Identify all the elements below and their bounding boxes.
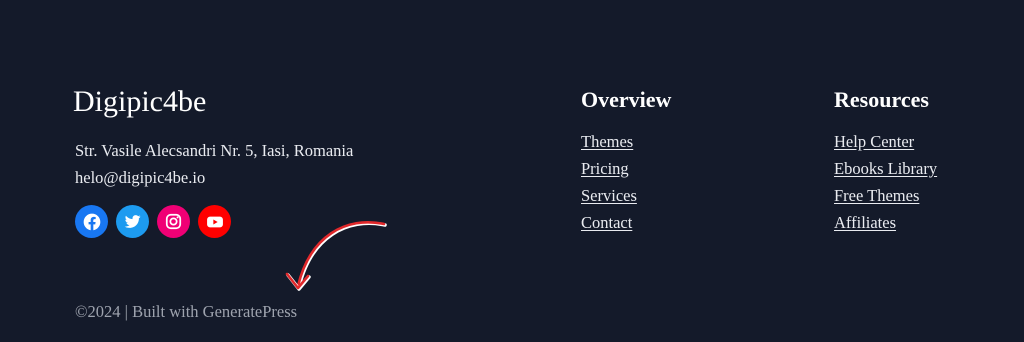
footer-link-contact[interactable]: Contact (581, 213, 632, 232)
footer-address: Str. Vasile Alecsandri Nr. 5, Iasi, Roma… (75, 141, 354, 160)
footer-email: helo@digipic4be.io (75, 168, 206, 187)
footer-link-pricing[interactable]: Pricing (581, 159, 629, 178)
youtube-link[interactable] (198, 205, 231, 238)
footer-link-help-center[interactable]: Help Center (834, 132, 914, 151)
twitter-icon (124, 215, 141, 228)
resources-heading: Resources (834, 87, 929, 112)
social-links (75, 205, 231, 238)
facebook-icon (83, 213, 100, 230)
copyright-text: ©2024 | Built with GeneratePress (75, 302, 298, 321)
instagram-icon (165, 213, 182, 230)
curved-arrow-icon (285, 221, 387, 291)
overview-links: Themes Pricing Services Contact (581, 131, 637, 239)
youtube-icon (206, 216, 223, 227)
footer-link-affiliates[interactable]: Affiliates (834, 213, 896, 232)
footer-brand-name: Digipic4be (73, 85, 207, 118)
footer-link-free-themes[interactable]: Free Themes (834, 186, 919, 205)
instagram-link[interactable] (157, 205, 190, 238)
overview-heading: Overview (581, 87, 672, 112)
facebook-link[interactable] (75, 205, 108, 238)
footer-link-ebooks-library[interactable]: Ebooks Library (834, 159, 937, 178)
footer-link-services[interactable]: Services (581, 186, 637, 205)
resources-links: Help Center Ebooks Library Free Themes A… (834, 131, 937, 239)
footer-link-themes[interactable]: Themes (581, 132, 633, 151)
twitter-link[interactable] (116, 205, 149, 238)
